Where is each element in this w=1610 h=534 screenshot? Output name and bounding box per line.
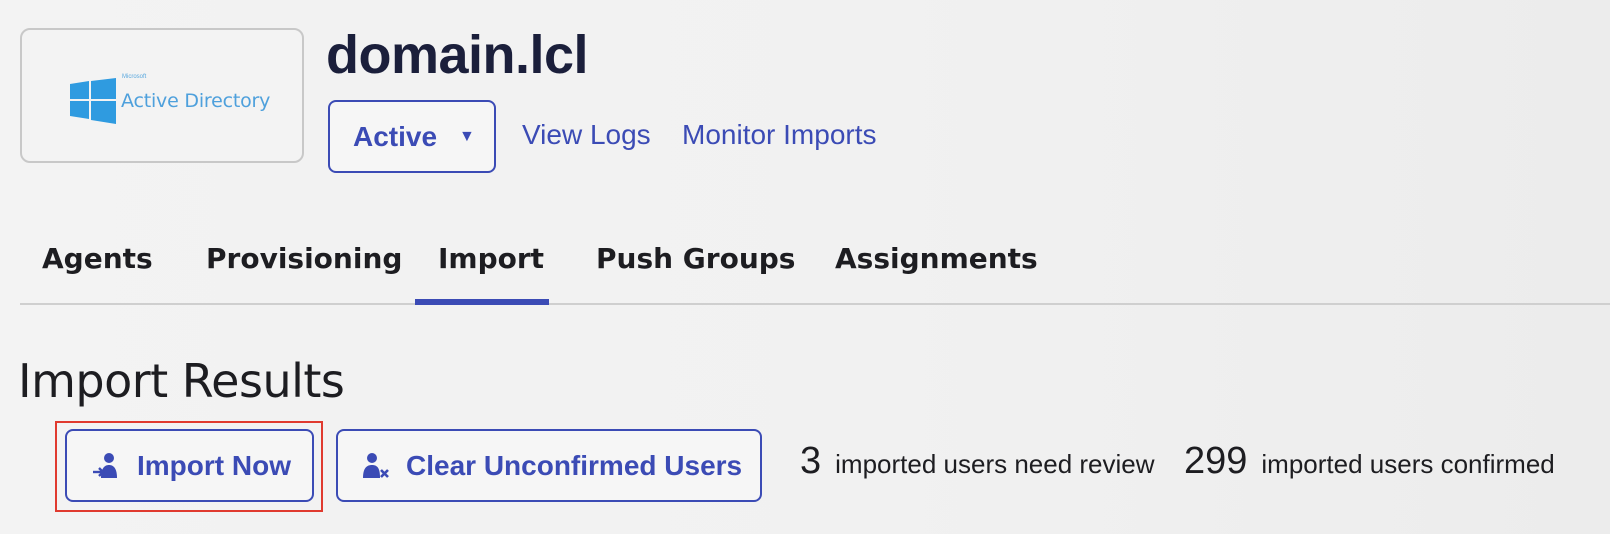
app-page: Microsoft Active Directory domain.lcl Ac…	[0, 0, 1610, 534]
confirmed-count: 299	[1184, 440, 1248, 482]
tab-push-groups[interactable]: Push Groups	[596, 242, 795, 275]
confirmed-stat: 299 imported users confirmed	[1184, 440, 1555, 483]
import-user-icon	[91, 450, 123, 482]
import-now-button[interactable]: Import Now	[65, 429, 314, 502]
chevron-down-icon: ▼	[459, 127, 475, 145]
page-title: domain.lcl	[326, 25, 589, 85]
tab-assignments[interactable]: Assignments	[835, 242, 1038, 275]
section-title: Import Results	[18, 354, 345, 408]
logo-product-text: Active Directory	[121, 90, 271, 112]
windows-logo-icon	[70, 78, 116, 124]
confirmed-label: imported users confirmed	[1261, 449, 1555, 479]
remove-user-icon	[360, 450, 392, 482]
review-label: imported users need review	[835, 449, 1155, 479]
import-now-label: Import Now	[137, 449, 291, 481]
clear-unconfirmed-users-label: Clear Unconfirmed Users	[406, 449, 743, 481]
review-stat: 3 imported users need review	[800, 440, 1155, 483]
active-tab-indicator	[415, 299, 549, 305]
monitor-imports-link[interactable]: Monitor Imports	[682, 119, 877, 151]
app-logo: Microsoft Active Directory	[20, 28, 304, 163]
review-count: 3	[800, 440, 822, 482]
status-dropdown[interactable]: Active ▼	[328, 100, 496, 173]
tab-provisioning[interactable]: Provisioning	[206, 242, 402, 275]
tab-bar: Agents Provisioning Import Push Groups A…	[20, 238, 1610, 306]
logo-vendor-text: Microsoft	[122, 74, 147, 80]
tab-divider	[20, 303, 1610, 305]
tab-import[interactable]: Import	[438, 242, 544, 275]
tab-agents[interactable]: Agents	[42, 242, 153, 275]
view-logs-link[interactable]: View Logs	[522, 119, 651, 151]
status-dropdown-label: Active	[353, 120, 438, 152]
clear-unconfirmed-users-button[interactable]: Clear Unconfirmed Users	[336, 429, 762, 502]
